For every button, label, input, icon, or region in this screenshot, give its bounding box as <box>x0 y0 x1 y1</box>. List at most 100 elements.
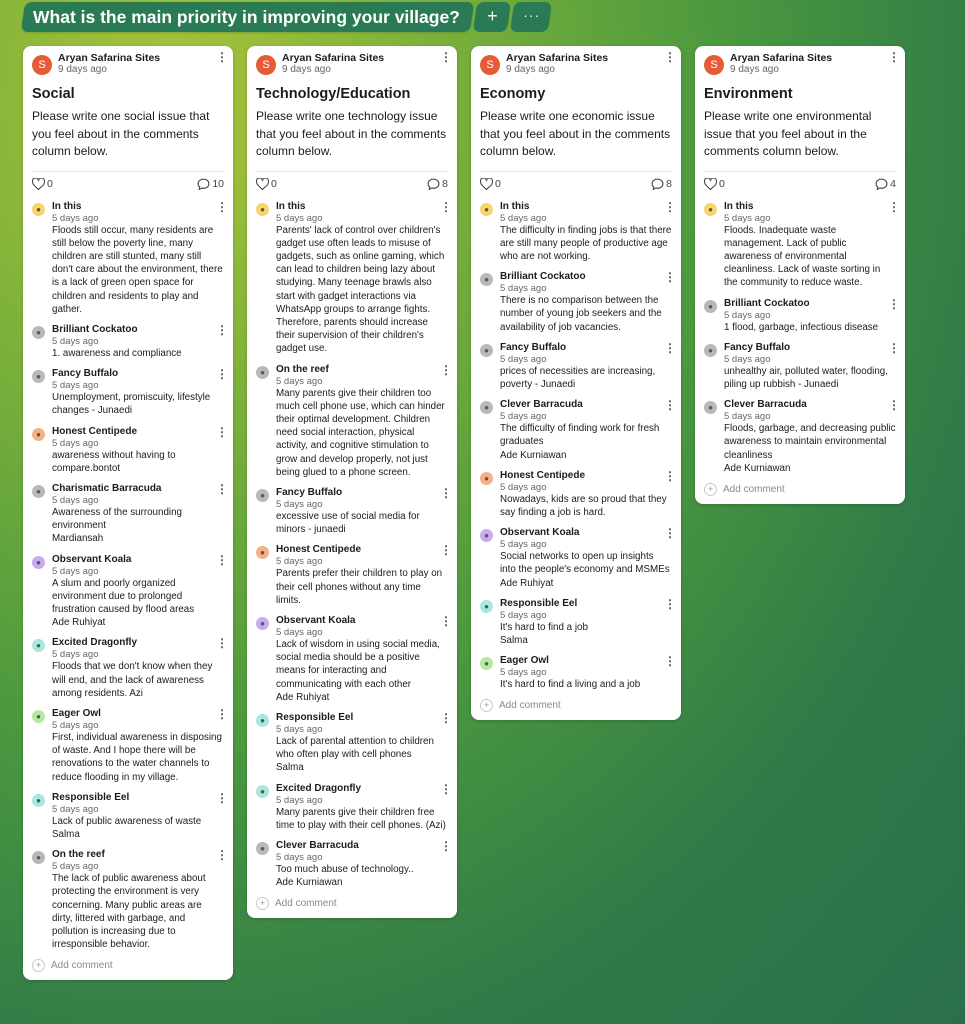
comment-menu-icon[interactable] <box>664 202 672 212</box>
comment-text: Parents prefer their children to play on… <box>276 568 443 606</box>
post-title: Technology/Education <box>256 86 411 102</box>
comment-menu-icon[interactable] <box>664 343 672 353</box>
barracuda-icon: ● <box>704 401 717 415</box>
comment-menu-icon[interactable] <box>216 484 224 494</box>
board-more-button[interactable]: ··· <box>509 2 552 32</box>
comment-menu-icon[interactable] <box>888 202 896 212</box>
comment-text: First, individual awareness in disposing… <box>52 731 222 783</box>
comment-menu-icon[interactable] <box>440 616 448 626</box>
comment-menu-icon[interactable] <box>440 713 448 723</box>
comment-item: ● Fancy Buffalo 5 days ago unhealthy air… <box>704 342 896 391</box>
comment-text: A slum and poorly organized environment … <box>52 577 195 629</box>
add-post-button[interactable]: + <box>472 2 511 32</box>
post-menu-icon[interactable] <box>216 52 224 62</box>
comment-text: Nowadays, kids are so proud that they sa… <box>500 493 667 518</box>
comment-item: ● In this 5 days ago The difficulty in f… <box>480 201 672 264</box>
owl-icon: ● <box>480 657 493 671</box>
comment-menu-icon[interactable] <box>216 427 224 437</box>
post-card[interactable]: S Aryan Safarina Sites 9 days ago Techno… <box>247 46 457 197</box>
comment-menu-icon[interactable] <box>216 638 224 648</box>
avatar[interactable]: S <box>480 55 500 75</box>
comment-author: Fancy Buffalo <box>724 341 791 353</box>
add-comment-button[interactable]: + Add comment <box>704 482 896 504</box>
barracuda-icon: ● <box>32 484 45 498</box>
post-card[interactable]: S Aryan Safarina Sites 9 days ago Econom… <box>471 46 681 197</box>
comment-author: In this <box>52 200 82 212</box>
comments-button[interactable]: 8 <box>427 178 448 190</box>
comment-menu-icon[interactable] <box>664 471 672 481</box>
comment-menu-icon[interactable] <box>216 709 224 719</box>
post-title: Environment <box>704 86 793 102</box>
comment-menu-icon[interactable] <box>440 841 448 851</box>
comment-count: 4 <box>890 177 896 190</box>
avatar[interactable]: S <box>704 55 724 75</box>
comments-button[interactable]: 10 <box>197 178 224 190</box>
comment-item: ● In this 5 days ago Floods still occur,… <box>32 201 224 316</box>
comment-menu-icon[interactable] <box>216 202 224 212</box>
comment-author: Responsible Eel <box>52 791 130 803</box>
add-comment-button[interactable]: + Add comment <box>480 699 672 720</box>
comment-text: Lack of wisdom in using social media, so… <box>276 638 440 703</box>
comment-menu-icon[interactable] <box>216 325 224 335</box>
centipede-icon: ● <box>480 471 493 485</box>
post-body: Please write one economic issue that you… <box>480 109 671 158</box>
plus-icon: + <box>32 959 45 973</box>
post-body: Please write one environmental issue tha… <box>704 109 872 158</box>
comment-menu-icon[interactable] <box>440 365 448 375</box>
comment-menu-icon[interactable] <box>216 369 224 379</box>
avatar[interactable]: S <box>256 55 276 75</box>
post-card[interactable]: S Aryan Safarina Sites 9 days ago Enviro… <box>695 46 905 197</box>
avatar[interactable]: S <box>32 55 52 75</box>
post-header: S Aryan Safarina Sites 9 days ago <box>32 52 224 76</box>
like-button[interactable]: 0 <box>704 177 725 190</box>
comment-menu-icon[interactable] <box>888 299 896 309</box>
comment-menu-icon[interactable] <box>664 528 672 538</box>
comment-author: Responsible Eel <box>276 711 354 723</box>
comment-menu-icon[interactable] <box>216 850 224 860</box>
comment-menu-icon[interactable] <box>440 488 448 498</box>
comments-button[interactable]: 4 <box>875 178 896 190</box>
buffalo-icon: ● <box>32 370 45 384</box>
add-comment-label: Add comment <box>723 483 785 495</box>
heart-icon <box>704 177 717 190</box>
reactions-bar: 0 4 <box>704 170 896 197</box>
like-button[interactable]: 0 <box>32 177 53 190</box>
plus-icon: + <box>256 897 269 911</box>
comment-menu-icon[interactable] <box>664 656 672 666</box>
post-author: Aryan Safarina Sites <box>506 52 609 64</box>
comment-menu-icon[interactable] <box>888 343 896 353</box>
comment-menu-icon[interactable] <box>440 545 448 555</box>
like-button[interactable]: 0 <box>256 177 277 190</box>
post-menu-icon[interactable] <box>440 52 448 62</box>
like-button[interactable]: 0 <box>480 177 501 190</box>
add-comment-button[interactable]: + Add comment <box>256 897 448 918</box>
comments-button[interactable]: 8 <box>651 178 672 190</box>
comment-menu-icon[interactable] <box>216 555 224 565</box>
post-menu-icon[interactable] <box>888 52 896 62</box>
comment-menu-icon[interactable] <box>664 599 672 609</box>
comment-item: ● Honest Centipede 5 days ago awareness … <box>32 426 224 475</box>
comment-menu-icon[interactable] <box>440 784 448 794</box>
comment-author: Observant Koala <box>276 614 356 626</box>
post-card[interactable]: S Aryan Safarina Sites 9 days ago Social… <box>23 46 233 197</box>
post-header: S Aryan Safarina Sites 9 days ago <box>480 52 672 76</box>
add-comment-button[interactable]: + Add comment <box>32 959 224 980</box>
post-author: Aryan Safarina Sites <box>58 52 161 64</box>
eel-icon: ● <box>32 793 45 807</box>
comment-time: 5 days ago <box>276 626 323 638</box>
comment-author: Brilliant Cockatoo <box>724 297 810 309</box>
comment-time: 5 days ago <box>52 649 99 661</box>
comment-count: 8 <box>442 177 448 190</box>
cockatoo-icon: ● <box>480 273 493 287</box>
comment-time: 5 days ago <box>500 411 547 423</box>
board-title[interactable]: What is the main priority in improving y… <box>20 2 474 32</box>
comment-menu-icon[interactable] <box>440 202 448 212</box>
comment-author: On the reef <box>276 363 329 375</box>
post-menu-icon[interactable] <box>664 52 672 62</box>
comment-menu-icon[interactable] <box>888 400 896 410</box>
dragonfly-icon: ● <box>32 639 45 653</box>
like-count: 0 <box>47 177 53 190</box>
comment-menu-icon[interactable] <box>216 793 224 803</box>
comment-menu-icon[interactable] <box>664 400 672 410</box>
comment-menu-icon[interactable] <box>664 272 672 282</box>
